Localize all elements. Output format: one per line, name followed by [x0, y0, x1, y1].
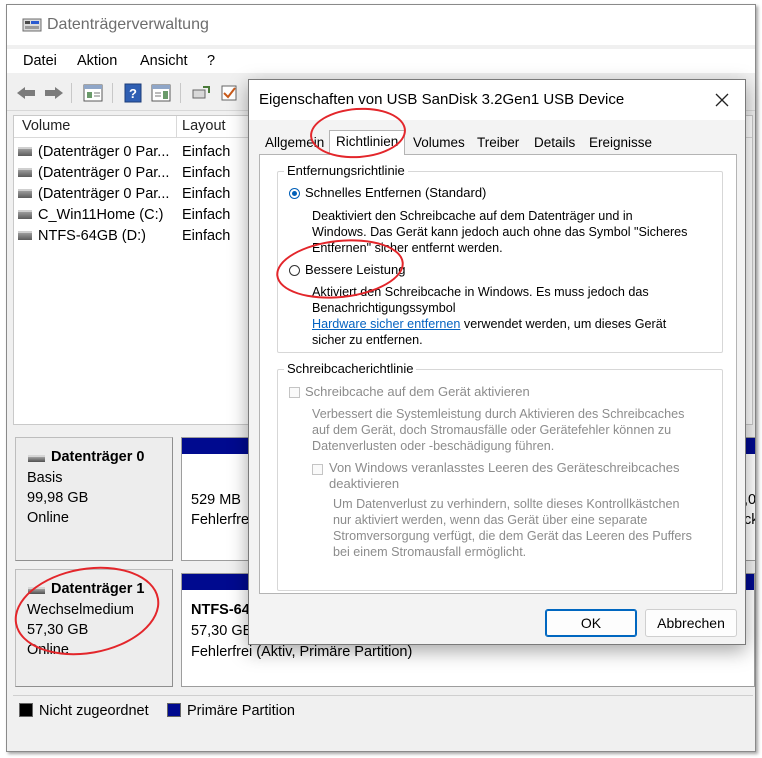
properties-icon[interactable] [150, 82, 172, 104]
disk-icon [28, 587, 45, 594]
legend-primary: Primäre Partition [187, 703, 295, 719]
tab-volumes[interactable]: Volumes [407, 132, 471, 154]
menu-help[interactable]: ? [207, 53, 215, 69]
menu-ansicht[interactable]: Ansicht [140, 53, 188, 69]
menu-aktion[interactable]: Aktion [77, 53, 117, 69]
disk-name: Datenträger 1 [51, 581, 145, 597]
properties-dialog: Eigenschaften von USB SanDisk 3.2Gen1 US… [248, 79, 746, 645]
back-icon[interactable] [15, 82, 37, 104]
legend-swatch-primary [167, 703, 181, 717]
legend: Nicht zugeordnet Primäre Partition [13, 695, 753, 725]
partition-size: 57,30 GB [191, 623, 253, 639]
removal-policy-title: Entfernungsrichtlinie [284, 163, 408, 178]
volume-layout: Einfach [182, 207, 231, 223]
drive-icon [18, 231, 32, 240]
column-header-volume[interactable]: Volume [22, 118, 70, 134]
volume-name: (Datenträger 0 Par... [38, 186, 170, 202]
quick-removal-radio[interactable] [289, 188, 300, 199]
title-bar: Datenträgerverwaltung [7, 5, 755, 45]
disk-1-label[interactable]: Datenträger 1 Wechselmedium 57,30 GB Onl… [15, 569, 173, 687]
disk-status: Online [27, 510, 69, 526]
disk-name: Datenträger 0 [51, 449, 145, 465]
disk-0-label[interactable]: Datenträger 0 Basis 99,98 GB Online [15, 437, 173, 561]
volume-name: C_Win11Home (C:) [38, 207, 164, 223]
tab-ereignisse[interactable]: Ereignisse [583, 132, 659, 154]
disk-status: Online [27, 642, 69, 658]
disk-management-app-icon [22, 18, 42, 32]
partition-status: Fehlerfrei (Aktiv, Primäre Partition) [191, 644, 413, 660]
quick-removal-description: Deaktiviert den Schreibcache auf dem Dat… [312, 209, 688, 255]
console-tree-icon[interactable] [82, 82, 104, 104]
write-cache-policy-group: Schreibcacherichtlinie Schreibcache auf … [277, 361, 723, 591]
write-cache-policy-title: Schreibcacherichtlinie [284, 361, 417, 376]
window-title: Datenträgerverwaltung [47, 16, 209, 33]
volume-layout: Einfach [182, 228, 231, 244]
dialog-title-bar: Eigenschaften von USB SanDisk 3.2Gen1 US… [249, 80, 745, 120]
tab-bar: Allgemein Richtlinien Volumes Treiber De… [259, 130, 737, 155]
quick-removal-label[interactable]: Schnelles Entfernen (Standard) [305, 185, 486, 200]
tab-treiber[interactable]: Treiber [471, 132, 526, 154]
disk-icon [28, 455, 45, 462]
disk-size: 57,30 GB [27, 622, 89, 638]
disk-type: Wechselmedium [27, 602, 134, 618]
better-performance-radio[interactable] [289, 265, 300, 276]
volume-name: (Datenträger 0 Par... [38, 165, 170, 181]
column-header-layout[interactable]: Layout [182, 118, 226, 134]
better-performance-label[interactable]: Bessere Leistung [305, 262, 405, 277]
tab-details[interactable]: Details [528, 132, 582, 154]
rescan-icon[interactable] [190, 82, 212, 104]
volume-layout: Einfach [182, 165, 231, 181]
disable-flush-checkbox[interactable] [312, 464, 323, 475]
volume-layout: Einfach [182, 186, 231, 202]
partition-status: Fehlerfrei [191, 512, 253, 528]
disable-flush-label[interactable]: Von Windows veranlasstes Leeren des Gerä… [329, 460, 679, 492]
help-icon[interactable]: ? [122, 82, 144, 104]
drive-icon [18, 168, 32, 177]
removal-policy-group: Entfernungsrichtlinie Schnelles Entferne… [277, 163, 723, 353]
tab-page-richtlinien: Entfernungsrichtlinie Schnelles Entferne… [259, 154, 737, 594]
enable-write-cache-label[interactable]: Schreibcache auf dem Gerät aktivieren [305, 384, 530, 399]
volume-layout: Einfach [182, 144, 231, 160]
close-icon[interactable] [705, 85, 739, 115]
cancel-button[interactable]: Abbrechen [645, 609, 737, 637]
check-icon[interactable] [218, 82, 240, 104]
enable-write-cache-description: Verbessert die Systemleistung durch Akti… [312, 407, 685, 453]
drive-icon [18, 210, 32, 219]
legend-unallocated: Nicht zugeordnet [39, 703, 149, 719]
ok-button[interactable]: OK [545, 609, 637, 637]
safely-remove-hardware-link[interactable]: Hardware sicher entfernen [312, 317, 460, 331]
better-performance-description: Aktiviert den Schreibcache in Windows. E… [312, 285, 667, 347]
drive-icon [18, 189, 32, 198]
enable-write-cache-checkbox[interactable] [289, 387, 300, 398]
volume-name: NTFS-64GB (D:) [38, 228, 146, 244]
menu-datei[interactable]: Datei [23, 53, 57, 69]
status-bar [7, 729, 755, 751]
svg-text:?: ? [129, 86, 137, 101]
menu-bar: Datei Aktion Ansicht ? [7, 49, 755, 73]
dialog-title: Eigenschaften von USB SanDisk 3.2Gen1 US… [259, 91, 625, 108]
drive-icon [18, 147, 32, 156]
tab-allgemein[interactable]: Allgemein [259, 132, 331, 154]
legend-swatch-unallocated [19, 703, 33, 717]
forward-icon[interactable] [43, 82, 65, 104]
disk-size: 99,98 GB [27, 490, 89, 506]
partition-size: 529 MB [191, 492, 241, 508]
disable-flush-description: Um Datenverlust zu verhindern, sollte di… [333, 497, 692, 559]
volume-name: (Datenträger 0 Par... [38, 144, 170, 160]
tab-richtlinien[interactable]: Richtlinien [329, 130, 406, 155]
disk-type: Basis [27, 470, 63, 486]
